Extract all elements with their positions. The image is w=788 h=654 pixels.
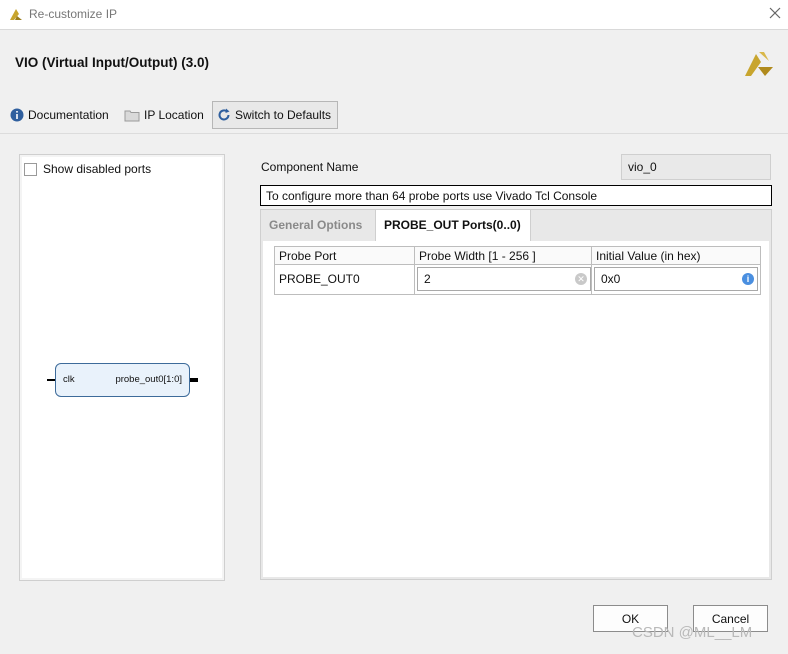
header-probe-width: Probe Width [1 - 256 ] [415, 247, 592, 265]
tab-content: Probe Port Probe Width [1 - 256 ] Initia… [263, 241, 769, 577]
info-icon[interactable]: i [742, 273, 754, 285]
ip-location-label: IP Location [144, 108, 204, 122]
switch-to-defaults-button[interactable]: Switch to Defaults [212, 101, 338, 129]
checkbox-box[interactable] [24, 162, 37, 176]
clk-port-label: clk [63, 374, 75, 385]
folder-icon [124, 110, 140, 122]
initial-value-value: 0x0 [601, 272, 621, 286]
header-initial-value: Initial Value (in hex) [592, 247, 760, 265]
component-name-field[interactable]: vio_0 [621, 154, 771, 180]
probe-width-value: 2 [424, 272, 431, 286]
tabs-container: General Options PROBE_OUT Ports(0..0) Pr… [260, 209, 772, 580]
cell-probe-port: PROBE_OUT0 [275, 265, 415, 294]
xilinx-logo-icon [745, 52, 773, 76]
show-disabled-ports-checkbox[interactable]: Show disabled ports [24, 162, 151, 176]
xilinx-app-icon [10, 9, 22, 20]
documentation-button[interactable]: Documentation [10, 101, 109, 129]
tab-probe-out-ports[interactable]: PROBE_OUT Ports(0..0) [375, 210, 531, 241]
info-banner: To configure more than 64 probe ports us… [260, 185, 772, 206]
dialog-header: VIO (Virtual Input/Output) (3.0) Documen… [0, 30, 788, 134]
header-divider [0, 133, 788, 134]
cell-initial-value: 0x0 i [592, 265, 760, 294]
title-bar: Re-customize IP [0, 0, 788, 30]
ip-symbol-panel: Show disabled ports clk probe_out0[1:0] [19, 154, 225, 581]
header-probe-port: Probe Port [275, 247, 415, 265]
refresh-icon [218, 108, 230, 121]
probe-out-port-label: probe_out0[1:0] [115, 374, 182, 385]
close-icon[interactable] [768, 6, 782, 20]
documentation-label: Documentation [28, 108, 109, 122]
show-disabled-ports-label: Show disabled ports [43, 162, 152, 176]
tab-general-options[interactable]: General Options [261, 210, 375, 241]
clk-pin [47, 379, 55, 381]
probe-width-input[interactable]: 2 ✕ [417, 267, 591, 291]
initial-value-input[interactable]: 0x0 i [594, 267, 758, 291]
watermark: CSDN @ML__LM [632, 624, 753, 641]
info-icon [10, 108, 24, 122]
clear-icon[interactable]: ✕ [575, 273, 587, 285]
switch-to-defaults-label: Switch to Defaults [235, 108, 332, 122]
probe-out-pin [190, 378, 198, 382]
ip-symbol-block: clk probe_out0[1:0] [47, 363, 198, 397]
component-name-label: Component Name [261, 160, 359, 174]
configuration-area: Component Name vio_0 To configure more t… [259, 154, 773, 581]
probe-table: Probe Port Probe Width [1 - 256 ] Initia… [274, 246, 761, 295]
ip-location-button[interactable]: IP Location [124, 101, 204, 129]
cell-probe-width: 2 ✕ [415, 265, 592, 294]
window-title: Re-customize IP [29, 7, 118, 21]
ip-title: VIO (Virtual Input/Output) (3.0) [15, 55, 209, 70]
